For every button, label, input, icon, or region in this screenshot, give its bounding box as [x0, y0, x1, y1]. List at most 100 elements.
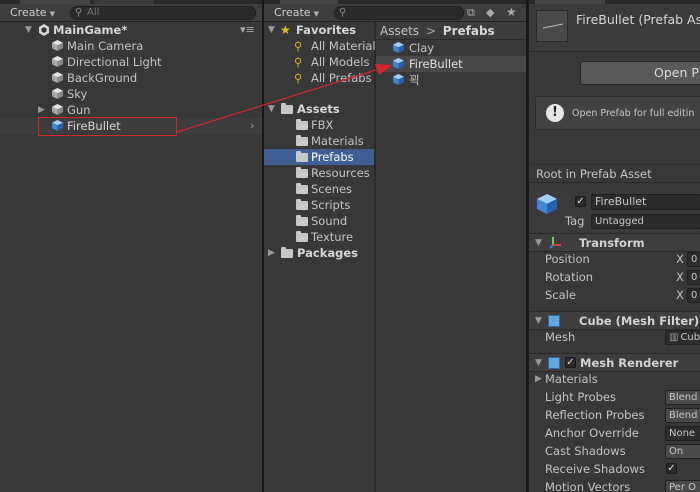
value: 0	[691, 272, 698, 283]
folder-icon	[296, 199, 308, 210]
gameobject-icon	[52, 88, 63, 99]
object-name-field[interactable]: FireBullet	[591, 194, 700, 210]
gameobject-icon	[52, 104, 63, 115]
breadcrumb-prefabs[interactable]: Prefabs	[443, 24, 495, 38]
rotation-row: Rotation X 0	[529, 269, 700, 285]
folder-item-selected[interactable]: Prefabs	[264, 149, 374, 165]
hierarchy-item-label: Main Camera	[67, 39, 144, 53]
assets-row[interactable]: ▼ Assets	[264, 101, 526, 117]
expand-arrow-icon[interactable]: ▼	[268, 101, 275, 117]
prop-label: Reflection Probes	[545, 408, 645, 422]
scene-menu-icon[interactable]: ▾≡	[240, 22, 255, 38]
mesh-filter-header[interactable]: ▼ Cube (Mesh Filter)	[529, 311, 700, 330]
chevron-right-icon[interactable]: ›	[250, 118, 254, 134]
assets-label: Assets	[297, 102, 340, 116]
scale-x-field[interactable]: 0	[687, 288, 700, 303]
scene-row[interactable]: ▼ MainGame* ▾≡	[0, 22, 262, 38]
prop-label: Receive Shadows	[545, 462, 646, 476]
expand-arrow-icon[interactable]: ▶	[268, 245, 275, 261]
search-icon: ⚲	[294, 71, 303, 85]
folder-icon	[296, 231, 308, 242]
mesh-renderer-enabled-checkbox[interactable]: ✓	[565, 357, 576, 368]
folder-icon	[296, 167, 308, 178]
hierarchy-item-label: Sky	[67, 87, 88, 101]
folder-item[interactable]: Scripts	[264, 197, 526, 213]
hierarchy-item[interactable]: Sky	[0, 86, 262, 102]
folder-item[interactable]: Texture	[264, 229, 526, 245]
reflection-probes-dropdown[interactable]: Blend	[665, 408, 700, 423]
light-probes-dropdown[interactable]: Blend	[665, 390, 700, 405]
axis-label: X	[676, 252, 684, 266]
expand-arrow-icon[interactable]: ▶	[38, 102, 45, 118]
value: 0	[691, 290, 698, 301]
expand-arrow-icon[interactable]: ▼	[25, 22, 32, 38]
prefab-icon	[537, 194, 557, 214]
file-item[interactable]: 꾁	[376, 72, 526, 88]
hierarchy-create-button[interactable]: Create ▼	[6, 6, 59, 20]
folder-item[interactable]: FBX	[264, 117, 526, 133]
folder-label: Prefabs	[311, 150, 354, 164]
receive-shadows-checkbox[interactable]: ✓	[666, 463, 677, 474]
project-create-button[interactable]: Create ▼	[270, 6, 323, 20]
hierarchy-item[interactable]: BackGround	[0, 70, 262, 86]
tag-dropdown[interactable]: Untagged	[591, 214, 700, 229]
receive-shadows-row: Receive Shadows ✓	[529, 461, 700, 477]
packages-row[interactable]: ▶ Packages	[264, 245, 526, 261]
folder-item[interactable]: Materials	[264, 133, 526, 149]
favorites-label: Favorites	[296, 23, 357, 37]
value: Blend	[669, 410, 698, 421]
expand-arrow-icon[interactable]: ▶	[535, 371, 542, 387]
file-item-selected[interactable]: FireBullet	[376, 56, 526, 72]
expand-arrow-icon[interactable]: ▼	[268, 22, 275, 38]
transform-header[interactable]: ▼ Transform	[529, 233, 700, 252]
folder-item[interactable]: Scenes	[264, 181, 526, 197]
inspector-header: FireBullet (Prefab As	[529, 4, 700, 52]
hierarchy-item[interactable]: Main Camera	[0, 38, 262, 54]
breadcrumb-assets[interactable]: Assets	[380, 24, 419, 38]
motion-vectors-dropdown[interactable]: Per O	[665, 480, 700, 492]
folder-label: Scenes	[311, 182, 353, 196]
breadcrumb-separator: >	[425, 24, 436, 38]
prop-label: Cast Shadows	[545, 444, 626, 458]
favorite-item-label: All Material	[311, 39, 376, 53]
file-label: FireBullet	[409, 57, 463, 71]
folder-icon	[296, 151, 308, 162]
rotation-x-field[interactable]: 0	[687, 270, 700, 285]
folder-label: Resources	[311, 166, 370, 180]
search-icon: ⚲	[339, 7, 347, 18]
filter-type-icon[interactable]: ⧉	[467, 6, 475, 20]
folder-label: Materials	[311, 134, 364, 148]
anchor-override-field[interactable]: None	[665, 426, 700, 441]
prefab-icon	[393, 74, 404, 85]
star-icon: ★	[280, 23, 291, 37]
hierarchy-search-input[interactable]: ⚲ All	[70, 6, 256, 20]
mesh-renderer-header[interactable]: ▼ ✓ Mesh Renderer	[529, 353, 700, 372]
tag-icon[interactable]: ◆	[486, 6, 494, 19]
gameobject-icon	[52, 56, 63, 67]
file-label: Clay	[409, 41, 435, 55]
cast-shadows-dropdown[interactable]: On	[665, 444, 700, 459]
open-prefab-button[interactable]: Open P	[580, 61, 700, 85]
folder-icon	[281, 103, 293, 114]
hierarchy-item[interactable]: ▶ Gun	[0, 102, 262, 118]
file-label: 꾁	[409, 73, 420, 87]
folder-item[interactable]: Sound	[264, 213, 526, 229]
star-icon[interactable]: ★	[506, 5, 517, 19]
position-x-field[interactable]: 0	[687, 252, 700, 267]
motion-vectors-row: Motion Vectors Per O	[529, 479, 700, 492]
active-checkbox[interactable]: ✓	[575, 196, 586, 207]
hierarchy-toolbar: Create ▼ ⚲ All	[0, 4, 262, 22]
scale-row: Scale X 0	[529, 287, 700, 303]
hierarchy-item[interactable]: Directional Light	[0, 54, 262, 70]
mesh-field[interactable]: ▥ Cub	[665, 330, 700, 345]
favorite-item-label: All Prefabs	[311, 71, 372, 85]
project-search-input[interactable]: ⚲	[334, 6, 464, 20]
materials-row[interactable]: ▶ Materials	[529, 371, 700, 387]
unity-scene-icon	[38, 22, 50, 38]
hierarchy-panel: Create ▼ ⚲ All ▼ MainGame* ▾≡ Main Camera…	[0, 0, 262, 492]
file-item[interactable]: Clay	[376, 40, 526, 56]
hierarchy-item-label: Directional Light	[67, 55, 162, 69]
mesh-icon: ▥	[669, 332, 679, 343]
folder-item[interactable]: Resources	[264, 165, 526, 181]
value: Per O	[669, 482, 696, 492]
